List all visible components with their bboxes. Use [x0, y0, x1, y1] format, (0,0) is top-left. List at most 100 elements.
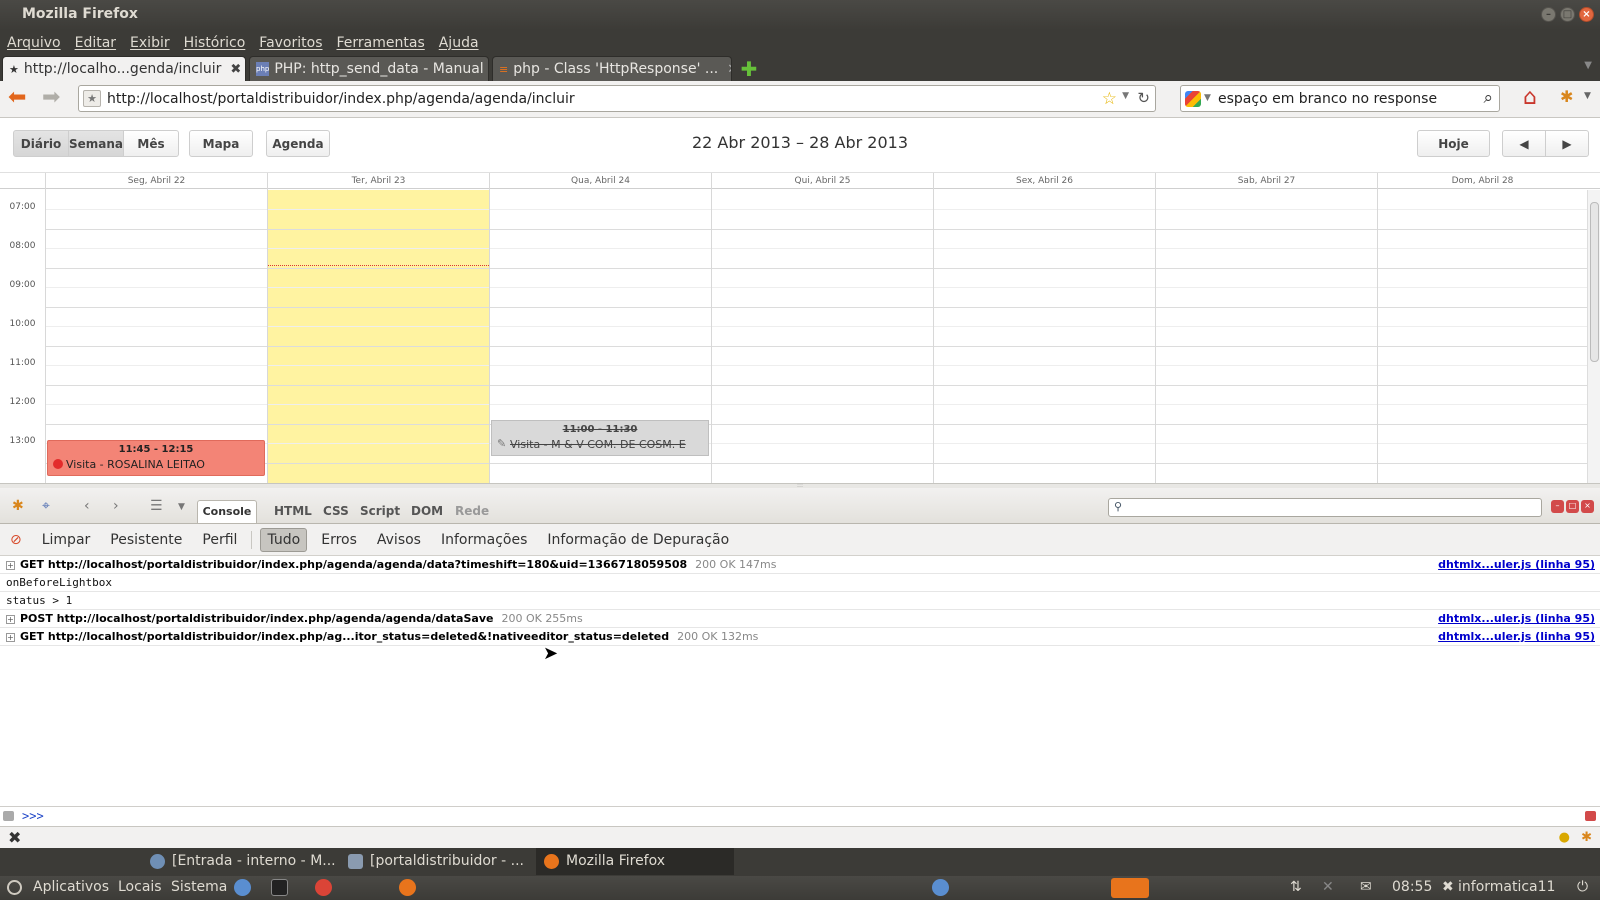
time-grid[interactable]: 07:00 08:00 09:00 10:00 11:00 12:00 13:0…	[0, 190, 1600, 483]
menu-arquivo[interactable]: Arquivo	[7, 35, 61, 51]
tab-net[interactable]: Rede	[455, 504, 489, 524]
log-row-request[interactable]: + GET http://localhost/portaldistribuidor…	[0, 628, 1600, 646]
calendar-event-deleted[interactable]: 11:00 - 11:30 ✎ Visita - M & V COM. DE C…	[491, 420, 709, 456]
task-firefox[interactable]: Mozilla Firefox	[536, 848, 734, 875]
tab-console[interactable]: Console ▾	[197, 500, 257, 539]
filter-info-button[interactable]: Informações	[435, 529, 533, 551]
menu-historico[interactable]: Histórico	[184, 35, 246, 51]
task-email[interactable]: [Entrada - interno - M...	[142, 848, 336, 875]
filter-errors-button[interactable]: Erros	[315, 529, 363, 551]
close-panel-icon[interactable]: ×	[1581, 500, 1594, 513]
source-link[interactable]: dhtmlx...uler.js (linha 95)	[1438, 610, 1595, 627]
workspace-switcher[interactable]	[1111, 878, 1149, 898]
inspect-icon[interactable]: ⌖	[42, 498, 50, 514]
close-tab-icon[interactable]: ✕	[727, 62, 731, 77]
firebug-toolbar: ✱ ⌖ ‹ › ☰ ▼ Console ▾ HTML CSS Script DO…	[0, 488, 1600, 539]
mail-icon[interactable]: ✉	[1360, 879, 1372, 895]
places-menu[interactable]: Locais	[118, 879, 162, 895]
task-portaldistribuidor[interactable]: [portaldistribuidor - ...	[340, 848, 530, 875]
user-name[interactable]: informatica11	[1458, 879, 1555, 895]
tab-list-icon[interactable]: ▼	[1584, 60, 1592, 71]
workspace-icon[interactable]	[932, 879, 949, 896]
menu-exibir[interactable]: Exibir	[130, 35, 170, 51]
profile-button[interactable]: Perfil	[196, 529, 243, 551]
yslow-icon[interactable]: ●	[1559, 830, 1570, 845]
prev-week-button[interactable]: ◀	[1502, 130, 1546, 157]
close-tab-icon[interactable]: ✖	[230, 62, 241, 77]
google-icon[interactable]	[1185, 91, 1201, 107]
back-icon[interactable]: ‹	[84, 498, 90, 514]
expand-icon[interactable]: +	[6, 632, 15, 642]
search-bar[interactable]: ▼ espaço em branco no response ⌕	[1180, 85, 1500, 112]
tab-stackoverflow[interactable]: ≡ php - Class 'HttpResponse' ... ✕	[492, 56, 732, 81]
power-icon[interactable]: ⏻	[1577, 879, 1588, 895]
volume-muted-icon[interactable]: ✕	[1322, 879, 1334, 895]
menu-ajuda[interactable]: Ajuda	[439, 35, 479, 51]
list-icon[interactable]: ☰	[150, 498, 163, 514]
expand-icon[interactable]: +	[6, 560, 15, 570]
half-hour-line	[45, 287, 1587, 288]
menu-favoritos[interactable]: Favoritos	[259, 35, 322, 51]
source-link[interactable]: dhtmlx...uler.js (linha 95)	[1438, 628, 1595, 645]
forward-arrow-icon[interactable]: ➡	[42, 87, 60, 109]
console-command-line[interactable]: >>>	[0, 806, 1600, 826]
minimize-panel-icon[interactable]: –	[1551, 500, 1564, 513]
detach-panel-icon[interactable]: □	[1566, 500, 1579, 513]
tab-html[interactable]: HTML	[274, 504, 312, 524]
tab-agenda[interactable]: ★ http://localho...genda/incluir ✖	[2, 56, 246, 81]
menu-editar[interactable]: Editar	[75, 35, 116, 51]
today-button[interactable]: Hoje	[1417, 130, 1490, 157]
command-editor-icon[interactable]	[3, 811, 14, 821]
chrome-icon[interactable]	[315, 879, 332, 896]
close-button[interactable]: ×	[1579, 7, 1594, 22]
scheduler-scrollbar[interactable]	[1587, 190, 1600, 483]
clock[interactable]: 08:55	[1392, 879, 1432, 895]
filter-debug-button[interactable]: Informação de Depuração	[541, 529, 735, 551]
forward-icon[interactable]: ›	[113, 498, 119, 514]
search-icon[interactable]: ⌕	[1483, 88, 1493, 108]
search-engine-dropdown-icon[interactable]: ▼	[1204, 93, 1211, 103]
tab-css[interactable]: CSS	[323, 504, 349, 524]
bookmark-star-icon[interactable]: ☆	[1102, 89, 1117, 109]
expand-icon[interactable]: +	[6, 614, 15, 624]
tab-php-manual[interactable]: php PHP: http_send_data - Manual ✕	[249, 56, 489, 81]
filter-warnings-button[interactable]: Avisos	[371, 529, 427, 551]
firebug-search-input[interactable]: ⚲	[1108, 498, 1542, 517]
site-identity-icon[interactable]: ★	[83, 90, 101, 107]
persist-button[interactable]: Pesistente	[104, 529, 188, 551]
network-icon[interactable]: ⇅	[1290, 879, 1302, 895]
system-menu[interactable]: Sistema	[171, 879, 227, 895]
firebug-menu-icon[interactable]: ✱	[12, 498, 24, 514]
back-arrow-icon[interactable]: ⬅	[8, 87, 26, 109]
firebug-status-icon[interactable]: ✱	[1581, 830, 1592, 845]
url-bar[interactable]: ★ http://localhost/portaldistribuidor/in…	[78, 85, 1156, 112]
close-findbar-icon[interactable]: ✖	[8, 828, 21, 847]
tab-script[interactable]: Script	[360, 504, 400, 524]
clear-command-icon[interactable]	[1585, 811, 1596, 821]
source-link[interactable]: dhtmlx...uler.js (linha 95)	[1438, 556, 1595, 573]
panel-dropdown-icon[interactable]: ▼	[178, 502, 185, 512]
applications-menu[interactable]: Aplicativos	[33, 879, 109, 895]
browser-launcher-icon[interactable]	[234, 879, 251, 896]
clear-button[interactable]: Limpar	[36, 529, 97, 551]
firebug-dropdown-icon[interactable]: ▼	[1584, 91, 1591, 101]
log-row-request[interactable]: + POST http://localhost/portaldistribuido…	[0, 610, 1600, 628]
tab-dom[interactable]: DOM	[411, 504, 443, 524]
next-week-button[interactable]: ▶	[1545, 130, 1589, 157]
calendar-event[interactable]: 11:45 - 12:15 Visita - ROSALINA LEITAO	[47, 440, 265, 476]
menu-ferramentas[interactable]: Ferramentas	[337, 35, 425, 51]
filter-all-button[interactable]: Tudo	[260, 527, 308, 552]
clear-console-icon[interactable]: ⊘	[10, 532, 22, 548]
maximize-button[interactable]: □	[1560, 7, 1575, 22]
firebug-icon[interactable]: ✱	[1560, 87, 1573, 106]
url-dropdown-icon[interactable]: ▼	[1122, 91, 1129, 101]
log-row-request[interactable]: + GET http://localhost/portaldistribuidor…	[0, 556, 1600, 574]
reload-icon[interactable]: ↻	[1137, 89, 1150, 107]
scrollbar-thumb[interactable]	[1590, 202, 1599, 362]
half-hour-line	[45, 209, 1587, 210]
minimize-button[interactable]: –	[1541, 7, 1556, 22]
new-tab-button[interactable]: ✚	[737, 59, 761, 81]
firefox-launcher-icon[interactable]	[399, 879, 416, 896]
terminal-icon[interactable]	[271, 879, 288, 896]
home-icon[interactable]: ⌂	[1523, 85, 1537, 110]
